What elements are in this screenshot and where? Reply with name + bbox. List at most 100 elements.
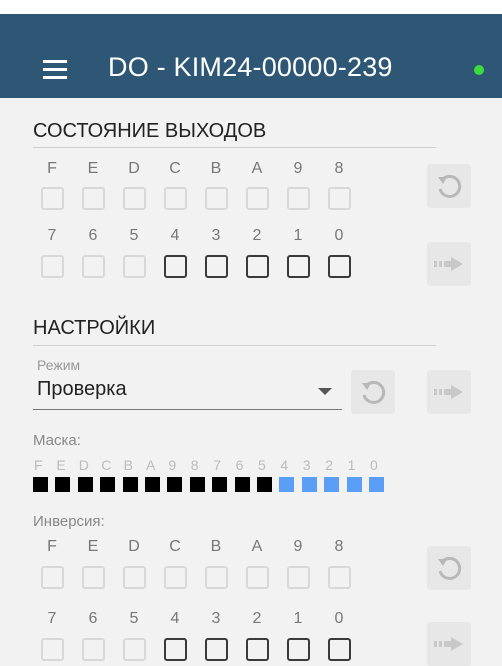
- mode-select-underline: [33, 409, 342, 410]
- inversion-bit-label-2: 2: [252, 610, 262, 627]
- mask-bit-label-6: 6: [235, 457, 244, 473]
- mask-bit-label-9: 9: [168, 457, 177, 473]
- output-bit-checkbox-7[interactable]: [41, 255, 64, 278]
- mask-bit-cell-3: [301, 477, 317, 492]
- inversion-bit-checkbox-9[interactable]: [287, 566, 310, 589]
- mask-bit-label-5: 5: [258, 457, 266, 473]
- mask-bit-cell-6: [234, 477, 250, 492]
- output-bit-label-1: 1: [293, 227, 303, 244]
- mask-bit-label-1: 1: [347, 457, 356, 473]
- mask-bit-cell-0: [369, 477, 384, 492]
- arrow-right-icon: [434, 385, 463, 399]
- undo-icon: [438, 556, 462, 580]
- outputs-apply-button[interactable]: [427, 242, 471, 286]
- inversion-bit-label-C: C: [169, 538, 181, 555]
- output-bit-label-C: C: [169, 160, 181, 177]
- inversion-bit-label-7: 7: [47, 610, 57, 627]
- inversion-bit-checkbox-4[interactable]: [164, 638, 187, 661]
- mask-bit-cell-4: [279, 477, 295, 492]
- mask-bit-cell-5: [257, 477, 272, 492]
- inversion-bit-checkbox-D[interactable]: [123, 566, 146, 589]
- chevron-down-icon[interactable]: [318, 388, 332, 395]
- mask-bit-cell-F: [33, 477, 48, 492]
- output-bit-label-F: F: [47, 160, 57, 177]
- mask-bit-label-B: B: [123, 457, 133, 473]
- inversion-bit-checkbox-A[interactable]: [246, 566, 269, 589]
- output-bit-checkbox-E[interactable]: [82, 187, 105, 210]
- output-bit-label-E: E: [87, 160, 99, 177]
- inversion-reset-button[interactable]: [427, 546, 471, 590]
- inversion-bit-label-F: F: [47, 538, 57, 555]
- outputs-divider: [33, 147, 436, 148]
- output-bit-checkbox-2[interactable]: [246, 255, 269, 278]
- mask-bit-cell-8: [189, 477, 205, 492]
- inversion-bit-checkbox-E[interactable]: [82, 566, 105, 589]
- output-bit-label-8: 8: [334, 160, 344, 177]
- inversion-bit-label-9: 9: [293, 538, 303, 555]
- outputs-section-title: СОСТОЯНИЕ ВЫХОДОВ: [33, 120, 267, 142]
- mask-bit-label-C: C: [101, 457, 112, 473]
- hamburger-menu-icon[interactable]: [43, 60, 67, 80]
- outputs-reset-button[interactable]: [427, 164, 471, 208]
- mask-bit-cell-E: [55, 477, 71, 492]
- inversion-bit-checkbox-3[interactable]: [205, 638, 228, 661]
- mask-bit-label-0: 0: [370, 457, 378, 473]
- inversion-bit-checkbox-5[interactable]: [123, 638, 146, 661]
- output-bit-checkbox-4[interactable]: [164, 255, 187, 278]
- undo-icon: [438, 174, 462, 198]
- output-bit-checkbox-C[interactable]: [164, 187, 187, 210]
- inversion-apply-button[interactable]: [427, 622, 471, 666]
- inversion-bit-checkbox-2[interactable]: [246, 638, 269, 661]
- inversion-bit-checkbox-F[interactable]: [41, 566, 64, 589]
- output-bit-label-6: 6: [88, 227, 98, 244]
- arrow-right-icon: [434, 637, 463, 651]
- output-bit-checkbox-D[interactable]: [123, 187, 146, 210]
- output-bit-checkbox-0[interactable]: [328, 255, 351, 278]
- mode-select-value[interactable]: Проверка: [37, 378, 127, 401]
- output-bit-checkbox-B[interactable]: [205, 187, 228, 210]
- inversion-bit-label-3: 3: [211, 610, 221, 627]
- mask-bit-label-4: 4: [280, 457, 289, 473]
- mask-bit-label-F: F: [34, 457, 43, 473]
- mask-bit-label-2: 2: [325, 457, 333, 473]
- output-bit-checkbox-A[interactable]: [246, 187, 269, 210]
- inversion-bit-checkbox-6[interactable]: [82, 638, 105, 661]
- inversion-bit-label-A: A: [251, 538, 263, 555]
- inversion-bit-checkbox-C[interactable]: [164, 566, 187, 589]
- inversion-bit-label-E: E: [87, 538, 99, 555]
- output-bit-checkbox-F[interactable]: [41, 187, 64, 210]
- connection-status-indicator: [474, 65, 484, 75]
- inversion-bit-label-0: 0: [334, 610, 344, 627]
- output-bit-label-3: 3: [211, 227, 221, 244]
- mask-bit-cell-C: [100, 477, 116, 492]
- inversion-label: Инверсия:: [33, 513, 105, 530]
- mode-field-label: Режим: [37, 357, 81, 373]
- inversion-bit-label-1: 1: [293, 610, 303, 627]
- inversion-bit-label-B: B: [210, 538, 222, 555]
- output-bit-label-D: D: [128, 160, 140, 177]
- output-bit-label-B: B: [210, 160, 222, 177]
- output-bit-checkbox-6[interactable]: [82, 255, 105, 278]
- inversion-bit-checkbox-8[interactable]: [328, 566, 351, 589]
- inversion-bit-label-6: 6: [88, 610, 98, 627]
- mode-reset-button[interactable]: [351, 370, 395, 414]
- mask-bit-label-E: E: [56, 457, 66, 473]
- output-bit-checkbox-1[interactable]: [287, 255, 310, 278]
- inversion-bit-checkbox-0[interactable]: [328, 638, 351, 661]
- output-bit-checkbox-9[interactable]: [287, 187, 310, 210]
- undo-icon: [362, 380, 386, 404]
- app-bar: DO - KIM24-00000-239: [0, 14, 502, 98]
- inversion-bit-checkbox-1[interactable]: [287, 638, 310, 661]
- output-bit-label-9: 9: [293, 160, 303, 177]
- output-bit-label-5: 5: [129, 227, 139, 244]
- output-bit-checkbox-3[interactable]: [205, 255, 228, 278]
- mask-bit-cell-A: [145, 477, 160, 492]
- inversion-bit-checkbox-B[interactable]: [205, 566, 228, 589]
- output-bit-checkbox-8[interactable]: [328, 187, 351, 210]
- output-bit-checkbox-5[interactable]: [123, 255, 146, 278]
- mode-apply-button[interactable]: [427, 370, 471, 414]
- mask-bit-cell-2: [324, 477, 340, 492]
- mask-bit-cell-1: [346, 477, 362, 492]
- mask-bit-label-D: D: [78, 457, 89, 473]
- inversion-bit-checkbox-7[interactable]: [41, 638, 64, 661]
